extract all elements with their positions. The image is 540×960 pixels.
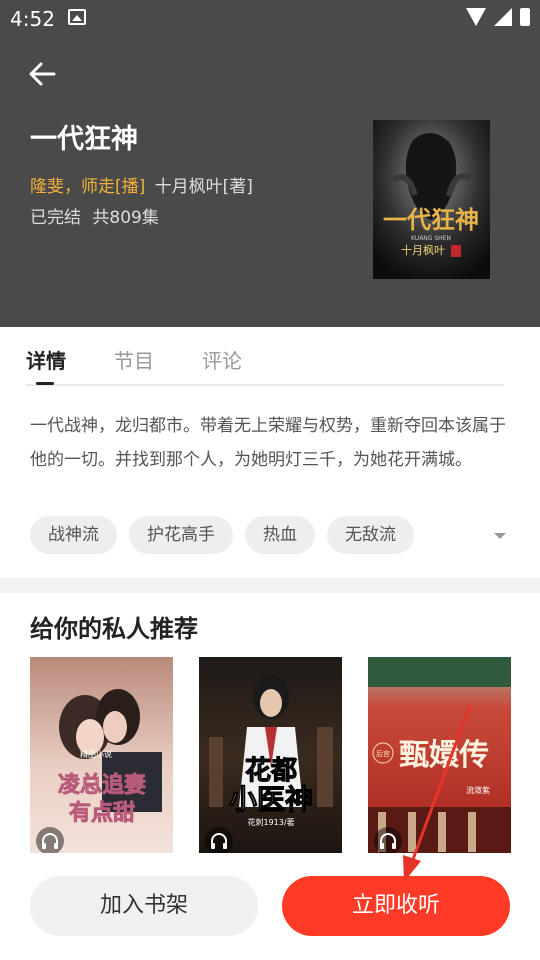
book-credits: 隆斐，师走[播] 十月枫叶[著] [30,172,253,197]
book-status: 已完结 共809集 [30,203,159,228]
battery-icon [520,8,530,26]
tab-bar: 详情 节目 评论 [26,345,290,374]
tab-comments[interactable]: 评论 [202,345,242,374]
cover-title-line1: 花都 [245,756,297,786]
tab-divider [26,384,504,386]
cover-title-line2: 有点甜 [69,800,135,826]
tab-details[interactable]: 详情 [26,345,66,374]
cover-author-text: 十月枫叶 [401,243,445,257]
cover-badge: 后宫 [376,749,390,758]
detail-panel: 详情 节目 评论 一代战神，龙归都市。带着无上荣耀与权势，重新夺回本该属于他的一… [0,327,540,578]
narrators-link[interactable]: 隆斐，师走[播] [30,177,145,197]
completion-status: 已完结 [30,208,81,228]
book-description: 一代战神，龙归都市。带着无上荣耀与权势，重新夺回本该属于他的一切。并找到那个人，… [30,416,506,470]
back-arrow-icon[interactable] [26,58,58,90]
cover-subtitle-text: KUANG SHEN [411,235,451,242]
status-bar: 4:52 [0,0,540,36]
add-to-shelf-button[interactable]: 加入书架 [30,876,258,936]
recommended-book-card[interactable]: 花都 小医神 花刺1913/著 [199,657,342,857]
cover-author: 花刺1913/著 [247,817,294,827]
expand-tags-icon[interactable] [494,533,506,539]
episode-count: 共809集 [92,208,159,228]
cover-title-line1: 凌总追妻 [58,772,146,798]
recommendation-title: 给你的私人推荐 [30,615,198,643]
headphone-icon [374,827,402,855]
signal-icon [494,8,512,26]
cover-title-line2: 小医神 [229,783,313,816]
cover-title-text: 一代狂神 [383,205,479,234]
author-link[interactable]: 十月枫叶[著] [155,177,253,197]
tag-list: 战神流 护花高手 热血 无敌流 [30,516,414,554]
tag-chip[interactable]: 无敌流 [327,516,414,554]
wifi-icon [466,8,486,26]
book-cover: 一代狂神 KUANG SHEN 十月枫叶 [373,120,490,279]
image-notification-icon [68,9,86,25]
cover-author: 流潋紫 [466,785,490,795]
tag-chip[interactable]: 热血 [245,516,315,554]
book-title: 一代狂神 [30,124,138,155]
book-header: 4:52 一代狂神 隆斐，师走[播] 十月枫叶[著] 已完结 共809集 一代狂… [0,0,540,327]
headphone-icon [36,827,64,855]
recommended-book-card[interactable]: 后宫 甄嬛传 流潋紫 [368,657,511,857]
recommended-book-card[interactable]: 精品小说 凌总追妻 有点甜 [30,657,173,857]
recommendation-section: 给你的私人推荐 精品小说 凌总追妻 有点甜 花都 小医神 花刺1913/著 后宫… [0,593,540,857]
active-tab-indicator [36,382,54,385]
listen-now-button[interactable]: 立即收听 [282,876,510,936]
status-indicators [466,8,530,26]
tag-chip[interactable]: 护花高手 [129,516,233,554]
tab-episodes[interactable]: 节目 [114,345,154,374]
bottom-action-bar: 加入书架 立即收听 [0,853,540,960]
tag-chip[interactable]: 战神流 [30,516,117,554]
cover-badge: 精品小说 [80,749,112,759]
headphone-icon [205,827,233,855]
status-time: 4:52 [10,7,55,31]
cover-title: 甄嬛传 [399,738,489,773]
